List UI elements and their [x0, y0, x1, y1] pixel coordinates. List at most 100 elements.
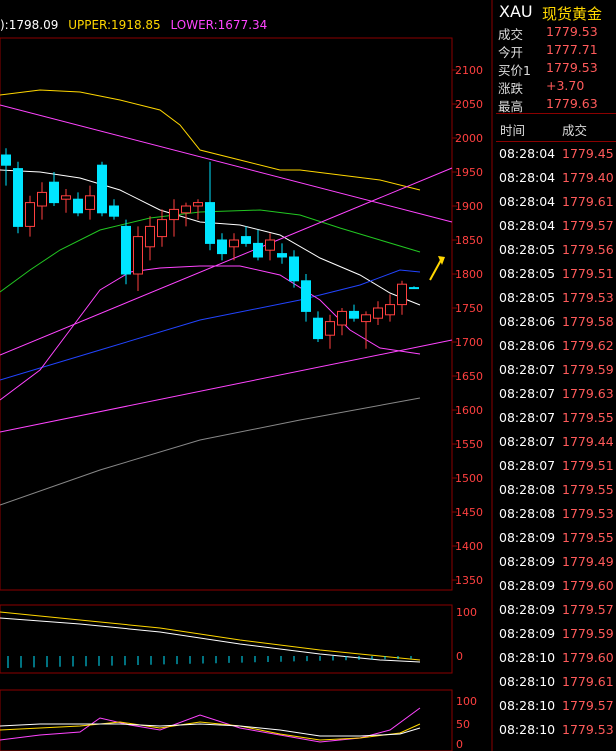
price-tick-label: 1900	[455, 200, 483, 213]
tick-time: 08:28:09	[499, 578, 556, 593]
candle[interactable]	[61, 189, 71, 213]
candle[interactable]	[205, 161, 215, 251]
candle[interactable]	[97, 161, 107, 217]
candle[interactable]	[157, 209, 167, 247]
tick-price: 1779.51	[562, 266, 614, 281]
lower-value: LOWER:1677.34	[170, 18, 268, 32]
candle[interactable]	[337, 308, 347, 336]
tick-price: 1779.57	[562, 698, 614, 713]
price-tick-label: 1350	[455, 574, 483, 587]
candle[interactable]	[409, 286, 419, 290]
candle[interactable]	[193, 199, 203, 220]
tick-row[interactable]: 08:28:04 1779.57	[496, 214, 616, 238]
tick-price: 1779.51	[562, 458, 614, 473]
price-tick-label: 1650	[455, 370, 483, 383]
candle[interactable]	[25, 195, 35, 237]
candle[interactable]	[361, 311, 371, 349]
long-ma-line	[0, 397, 421, 506]
kdj-tick-label: 50	[456, 718, 470, 731]
tick-time: 08:28:05	[499, 290, 556, 305]
tick-price: 1779.55	[562, 410, 614, 425]
quote-row: 今开 1777.71	[496, 42, 616, 61]
tick-time: 08:28:07	[499, 362, 556, 377]
support-trendline	[0, 339, 453, 433]
tick-time: 08:28:08	[499, 482, 556, 497]
tick-price: 1779.53	[562, 506, 614, 521]
tick-time: 08:28:05	[499, 242, 556, 257]
candle[interactable]	[1, 148, 11, 186]
candle[interactable]	[217, 233, 227, 261]
candle[interactable]	[313, 311, 323, 342]
candle[interactable]	[349, 304, 359, 322]
quote-label: 涨跌	[498, 81, 524, 96]
tick-row[interactable]: 08:28:05 1779.51	[496, 262, 616, 286]
tick-price: 1779.56	[562, 242, 614, 257]
tick-row[interactable]: 08:28:09 1779.57	[496, 598, 616, 622]
quote-row: 买价1 1779.53	[496, 60, 616, 79]
tick-price: 1779.53	[562, 290, 614, 305]
candle[interactable]	[229, 233, 239, 261]
tick-row[interactable]: 08:28:07 1779.59	[496, 358, 616, 382]
kline-chart-area[interactable]: 2100 2050 2000 1950 1900 1850 1800 1750 1700 1650…	[0, 0, 493, 751]
tick-row[interactable]: 08:28:08 1779.55	[496, 478, 616, 502]
quote-value: 1779.63	[546, 96, 598, 111]
candle[interactable]	[397, 280, 407, 315]
tick-row[interactable]: 08:28:10 1779.53	[496, 718, 616, 742]
candle[interactable]	[49, 172, 59, 206]
tick-row[interactable]: 08:28:04 1779.61	[496, 190, 616, 214]
candle[interactable]	[109, 199, 119, 220]
tick-row[interactable]: 08:28:07 1779.63	[496, 382, 616, 406]
tick-time: 08:28:05	[499, 266, 556, 281]
candle[interactable]	[301, 274, 311, 322]
candle[interactable]	[373, 301, 383, 325]
tick-row[interactable]: 08:28:10 1779.57	[496, 694, 616, 718]
macd-dea-line	[0, 617, 421, 663]
tick-row[interactable]: 08:28:08 1779.53	[496, 502, 616, 526]
price-tick-label: 1450	[455, 506, 483, 519]
candle[interactable]	[169, 199, 179, 237]
macd-tick-label: 0	[456, 650, 463, 663]
main-panel-frame	[0, 37, 453, 591]
tick-price: 1779.58	[562, 314, 614, 329]
tick-row[interactable]: 08:28:09 1779.59	[496, 622, 616, 646]
candle[interactable]	[37, 182, 47, 220]
tick-row[interactable]: 08:28:09 1779.49	[496, 550, 616, 574]
candle[interactable]	[133, 226, 143, 291]
candle[interactable]	[265, 233, 275, 261]
tick-row[interactable]: 08:28:06 1779.62	[496, 334, 616, 358]
tick-row[interactable]: 08:28:07 1779.51	[496, 454, 616, 478]
tick-row[interactable]: 08:28:05 1779.56	[496, 238, 616, 262]
tick-row[interactable]: 08:28:07 1779.55	[496, 406, 616, 430]
quote-label: 买价1	[498, 63, 531, 78]
tick-row[interactable]: 08:28:04 1779.40	[496, 166, 616, 190]
price-tick-label: 1800	[455, 268, 483, 281]
candle[interactable]	[145, 216, 155, 261]
candle[interactable]	[13, 161, 23, 234]
candle[interactable]	[253, 229, 263, 261]
tick-row[interactable]: 08:28:04 1779.45	[496, 142, 616, 166]
candle[interactable]	[325, 314, 335, 349]
candle[interactable]	[385, 294, 395, 322]
price-tick-label: 1950	[455, 166, 483, 179]
tick-row[interactable]: 08:28:10 1779.61	[496, 670, 616, 694]
tick-row[interactable]: 08:28:07 1779.44	[496, 430, 616, 454]
price-tick-label: 2100	[455, 64, 483, 77]
tick-time: 08:28:09	[499, 530, 556, 545]
tick-price: 1779.60	[562, 650, 614, 665]
tick-row[interactable]: 08:28:05 1779.53	[496, 286, 616, 310]
kline-chart[interactable]: 2100 2050 2000 1950 1900 1850 1800 1750 1700 1650…	[0, 0, 493, 751]
tick-row[interactable]: 08:28:10 1779.60	[496, 646, 616, 670]
candle[interactable]	[121, 219, 131, 285]
tick-time: 08:28:07	[499, 386, 556, 401]
macd-tick-label: 100	[456, 606, 477, 619]
candle[interactable]	[73, 192, 83, 217]
tick-row[interactable]: 08:28:06 1779.58	[496, 310, 616, 334]
tick-price: 1779.45	[562, 146, 614, 161]
price-tick-label: 2000	[455, 132, 483, 145]
tick-row[interactable]: 08:28:09 1779.55	[496, 526, 616, 550]
candle[interactable]	[85, 185, 95, 220]
tick-row[interactable]: 08:28:09 1779.60	[496, 574, 616, 598]
candle[interactable]	[241, 226, 251, 247]
tick-list-header: 时间 成交	[496, 113, 616, 142]
candle[interactable]	[277, 243, 287, 264]
